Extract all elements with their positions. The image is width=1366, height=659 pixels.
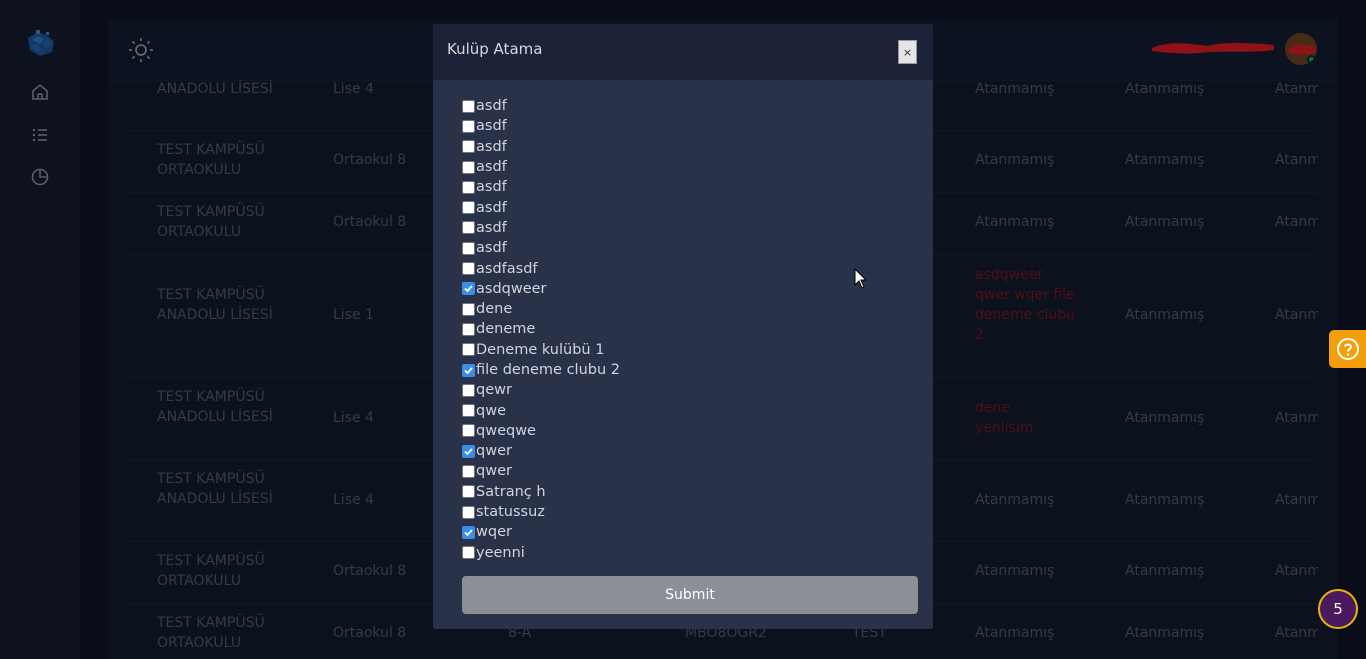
notification-badge[interactable]: 5 (1318, 589, 1358, 629)
checkbox[interactable] (462, 302, 475, 316)
submit-button[interactable]: Submit (462, 576, 918, 614)
club-options-list: asdf asdf asdf asdf asdf asdf asdf asdf asdfasdf… (462, 96, 620, 563)
club-option-label: qwer (476, 443, 512, 460)
help-button[interactable] (1329, 330, 1366, 368)
checkbox[interactable] (462, 201, 475, 215)
checkbox-checked[interactable] (462, 525, 475, 539)
club-option[interactable]: file deneme clubu 2 (462, 360, 620, 380)
checkbox[interactable] (462, 241, 475, 255)
club-option-label: asdf (476, 118, 507, 135)
checkbox-checked[interactable] (462, 444, 475, 458)
club-option[interactable]: asdf (462, 238, 620, 258)
club-option-label: asdf (476, 219, 507, 236)
checkbox-checked[interactable] (462, 282, 475, 296)
checkbox[interactable] (462, 383, 475, 397)
club-option-label: asdf (476, 199, 507, 216)
club-option[interactable]: qwe (462, 400, 620, 420)
club-option[interactable]: qwer (462, 441, 620, 461)
club-option[interactable]: asdf (462, 177, 620, 197)
modal-title: Kulüp Atama (447, 40, 543, 58)
club-option-label: asdf (476, 98, 507, 115)
club-option-label: asdf (476, 138, 507, 155)
modal-header: Kulüp Atama × (433, 24, 933, 80)
club-option-label: qewr (476, 382, 512, 399)
club-option[interactable]: statussuz (462, 502, 620, 522)
question-icon (1336, 338, 1359, 360)
checkbox[interactable] (462, 485, 475, 499)
checkbox[interactable] (462, 464, 475, 478)
checkbox[interactable] (462, 140, 475, 154)
club-option-label: asdqweer (476, 280, 547, 297)
club-option-label: asdf (476, 240, 507, 257)
club-option[interactable]: asdf (462, 116, 620, 136)
close-button[interactable]: × (898, 40, 917, 64)
club-option[interactable]: qewr (462, 380, 620, 400)
checkbox[interactable] (462, 180, 475, 194)
club-option[interactable]: asdf (462, 218, 620, 238)
club-option[interactable]: asdfasdf (462, 258, 620, 278)
checkbox[interactable] (462, 119, 475, 133)
checkbox[interactable] (462, 424, 475, 438)
club-option-label: yeenni (476, 544, 525, 561)
club-option[interactable]: deneme (462, 319, 620, 339)
club-option-label: file deneme clubu 2 (476, 362, 621, 378)
club-option-label: statussuz (476, 504, 545, 521)
checkbox[interactable] (462, 221, 475, 235)
checkbox-checked[interactable] (462, 363, 475, 377)
checkbox[interactable] (462, 262, 475, 276)
checkbox[interactable] (462, 160, 475, 174)
checkbox[interactable] (462, 322, 475, 336)
club-assign-modal: Kulüp Atama × asdf asdf asdf asdf asdf asdf as… (433, 24, 933, 629)
club-option[interactable]: Deneme kulübü 1 (462, 340, 620, 360)
club-option[interactable]: yeenni (462, 543, 620, 563)
club-option-label: dene (476, 301, 513, 318)
club-option-label: Deneme kulübü 1 (476, 341, 605, 358)
mouse-cursor-icon (854, 268, 868, 289)
club-option-label: asdf (476, 159, 507, 176)
club-option[interactable]: wqer (462, 522, 620, 542)
club-option-label: asdf (476, 179, 507, 196)
club-option[interactable]: asdf (462, 96, 620, 116)
club-option-label: asdfasdf (476, 260, 538, 277)
club-option-label: qwer (476, 463, 512, 480)
club-option[interactable]: Satranç h (462, 482, 620, 502)
club-option-label: qwe (476, 402, 506, 419)
club-option-label: deneme (476, 321, 536, 338)
checkbox[interactable] (462, 505, 475, 519)
checkbox[interactable] (462, 343, 475, 357)
club-option-label: qweqwe (476, 422, 536, 439)
club-option[interactable]: qwer (462, 461, 620, 481)
checkbox[interactable] (462, 546, 475, 560)
checkbox[interactable] (462, 404, 475, 418)
club-option[interactable]: asdf (462, 197, 620, 217)
club-option-label: wqer (476, 524, 512, 541)
club-option-label: Satranç h (476, 483, 546, 500)
checkbox[interactable] (462, 99, 475, 113)
club-option[interactable]: asdf (462, 137, 620, 157)
club-option[interactable]: asdf (462, 157, 620, 177)
club-option[interactable]: asdqweer (462, 279, 620, 299)
club-option[interactable]: dene (462, 299, 620, 319)
club-option[interactable]: qweqwe (462, 421, 620, 441)
